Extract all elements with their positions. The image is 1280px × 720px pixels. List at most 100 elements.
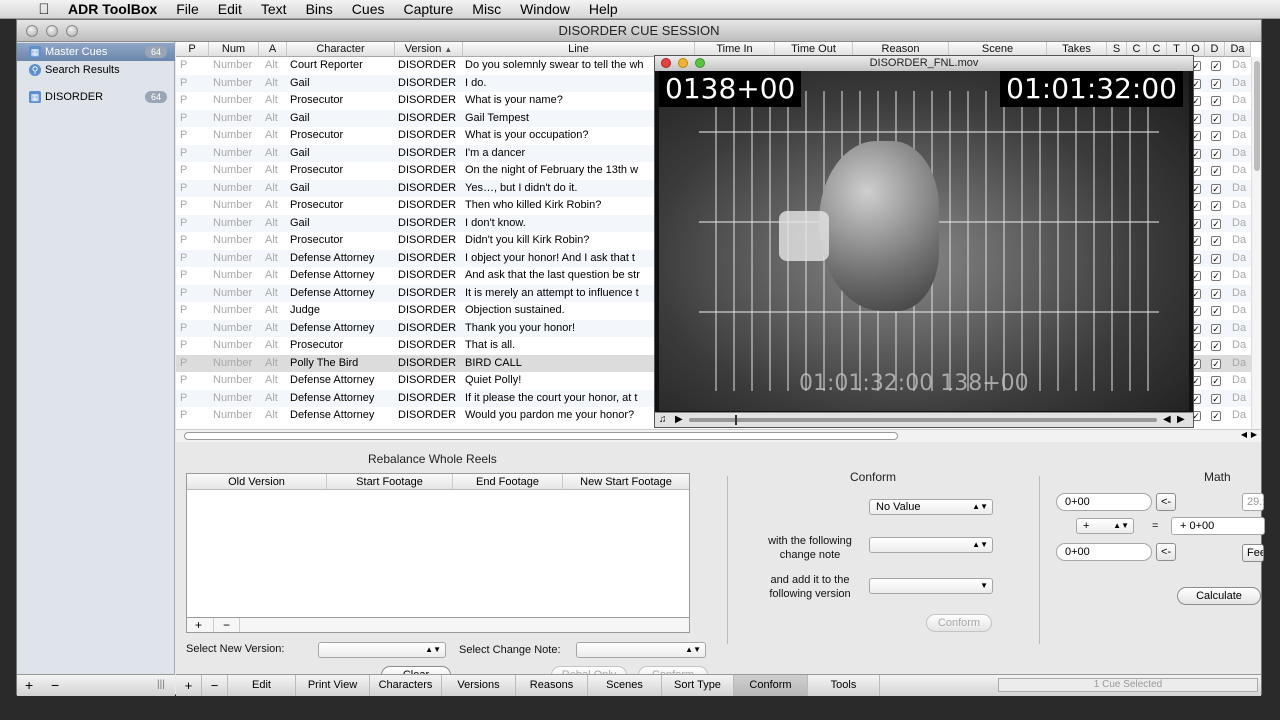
d-checkbox[interactable]: ✓ [1211,411,1221,421]
sidebar-item-master-cues[interactable]: ▦ Master Cues 64 [17,43,175,61]
conform-version-combo[interactable]: ▼ [869,578,993,594]
step-back-icon[interactable]: ◀ [1163,414,1171,425]
column-header-end-footage[interactable]: End Footage [453,474,563,490]
frame-rate-field[interactable]: 29.97 [1242,493,1264,511]
menu-misc[interactable]: Misc [472,1,501,17]
d-checkbox[interactable]: ✓ [1211,323,1221,334]
resize-grip-icon[interactable]: ||| [157,679,165,690]
menu-bar:  ADR ToolBox File Edit Text Bins Cues C… [0,0,1280,19]
d-checkbox[interactable]: ✓ [1211,218,1221,229]
column-header-character[interactable]: Character [287,42,395,57]
remove-row-button[interactable]: − [223,618,230,632]
tab-characters[interactable]: Characters [370,675,442,696]
vertical-scrollbar[interactable] [1251,57,1261,437]
d-checkbox[interactable]: ✓ [1211,306,1221,316]
cell-p: P [180,321,188,334]
column-header-d[interactable]: D [1205,42,1225,57]
tab-versions[interactable]: Versions [442,675,516,696]
apple-icon[interactable]:  [34,1,54,18]
playhead[interactable] [735,415,737,425]
copy-result-1-button[interactable]: <- [1156,493,1176,511]
cell-a: Alt [265,304,278,316]
column-header-p[interactable]: P [176,42,209,57]
horizontal-scrollbar[interactable]: ◀ ▶ [176,429,1261,442]
d-checkbox[interactable]: ✓ [1211,341,1221,351]
scroll-left-icon[interactable]: ◀ [1241,430,1247,439]
minimize-button[interactable] [46,25,58,37]
d-checkbox[interactable]: ✓ [1211,358,1221,369]
column-header-version[interactable]: Version ▲ [395,42,463,57]
zoom-button[interactable] [66,25,78,37]
d-checkbox[interactable]: ✓ [1211,148,1221,159]
remove-bin-button[interactable]: − [51,677,59,693]
tab-edit[interactable]: Edit [228,675,296,696]
math-input-1[interactable]: 0+00 [1056,493,1152,511]
video-minimize-button[interactable] [678,58,688,68]
d-checkbox[interactable]: ✓ [1211,166,1221,176]
column-header-da[interactable]: Da [1225,42,1251,57]
tab-reasons[interactable]: Reasons [516,675,588,696]
d-checkbox[interactable]: ✓ [1211,253,1221,264]
column-header-start-footage[interactable]: Start Footage [327,474,453,490]
tab-print-view[interactable]: Print View [296,675,370,696]
cell-a: Alt [265,181,278,194]
tab-conform[interactable]: Conform [734,675,808,696]
d-checkbox[interactable]: ✓ [1211,288,1221,299]
d-checkbox[interactable]: ✓ [1211,96,1221,106]
d-checkbox[interactable]: ✓ [1211,61,1221,71]
d-checkbox[interactable]: ✓ [1211,271,1221,281]
column-header-a[interactable]: A [259,42,287,57]
step-forward-icon[interactable]: ▶ [1177,414,1185,425]
tab-sort-type[interactable]: Sort Type [662,675,734,696]
add-row-button[interactable]: + [195,618,202,632]
sidebar-item-disorder[interactable]: ▦ DISORDER 64 [17,88,175,106]
volume-icon[interactable]: ♫ [659,414,667,425]
d-checkbox[interactable]: ✓ [1211,113,1221,124]
column-header-new-start-footage[interactable]: New Start Footage [563,474,689,490]
playback-slider[interactable] [689,418,1157,422]
units-select[interactable]: Feet [1242,544,1264,562]
play-icon[interactable]: ▶ [675,414,683,425]
conform-change-note-select[interactable]: ▲▼ [869,537,993,553]
menu-text[interactable]: Text [261,1,287,17]
operator-select[interactable]: + ▲▼ [1076,518,1134,534]
menu-help[interactable]: Help [589,1,618,17]
d-checkbox[interactable]: ✓ [1211,236,1221,246]
rebalance-table[interactable]: Old Version Start Footage End Footage Ne… [186,473,690,618]
menu-window[interactable]: Window [520,1,570,17]
remove-cue-button[interactable]: − [202,675,228,696]
calculate-button[interactable]: Calculate [1177,587,1261,605]
scrollbar-thumb[interactable] [184,432,898,440]
d-checkbox[interactable]: ✓ [1211,131,1221,141]
menu-bins[interactable]: Bins [306,1,333,17]
d-checkbox[interactable]: ✓ [1211,376,1221,386]
d-checkbox[interactable]: ✓ [1211,201,1221,211]
d-checkbox[interactable]: ✓ [1211,183,1221,194]
menu-cues[interactable]: Cues [352,1,385,17]
menu-capture[interactable]: Capture [403,1,453,17]
close-button[interactable] [26,25,38,37]
conform-button[interactable]: Conform [926,614,992,632]
scroll-right-icon[interactable]: ▶ [1251,430,1257,439]
column-header-num[interactable]: Num [209,42,259,57]
add-cue-button[interactable]: + [176,675,202,696]
video-window[interactable]: DISORDER_FNL.mov 0138+00 01:01:32:00 01:… [654,55,1194,428]
video-zoom-button[interactable] [695,58,705,68]
menu-edit[interactable]: Edit [218,1,242,17]
menu-file[interactable]: File [176,1,199,17]
math-input-2[interactable]: 0+00 [1056,543,1152,561]
d-checkbox[interactable]: ✓ [1211,393,1221,404]
tab-tools[interactable]: Tools [808,675,880,696]
tab-scenes[interactable]: Scenes [588,675,662,696]
conform-value-select[interactable]: No Value ▲▼ [869,499,993,515]
new-version-select[interactable]: ▲▼ [318,642,446,658]
d-checkbox[interactable]: ✓ [1211,78,1221,89]
change-note-select[interactable]: ▲▼ [576,642,706,658]
copy-result-2-button[interactable]: <- [1156,543,1176,561]
sidebar-item-search-results[interactable]: ⚲ Search Results [17,61,175,79]
video-close-button[interactable] [661,58,671,68]
column-header-old-version[interactable]: Old Version [187,474,327,490]
add-bin-button[interactable]: + [25,677,33,693]
scrollbar-thumb[interactable] [1254,61,1260,171]
app-menu[interactable]: ADR ToolBox [68,1,157,17]
